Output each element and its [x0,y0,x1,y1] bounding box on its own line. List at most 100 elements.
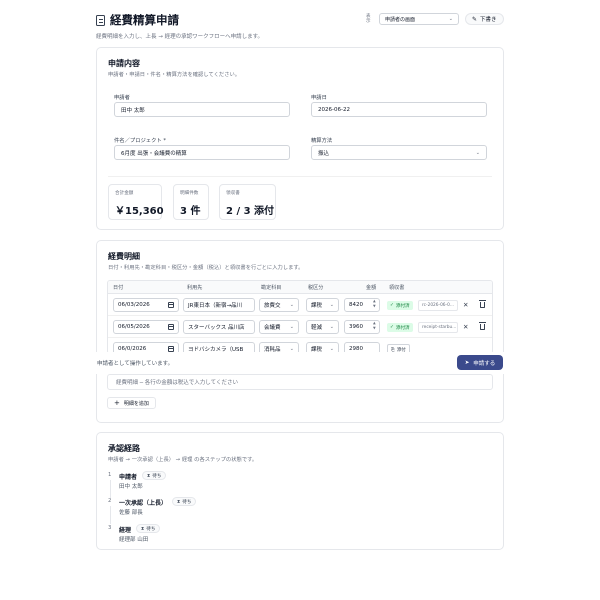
plus-icon: + [114,399,120,407]
stat-count: 明細件数 3 件 [173,184,209,220]
add-row-label: 明細を追加 [123,400,149,407]
subject-label: 件名／プロジェクト * [114,138,167,144]
step-person: 佐藤 部長 [119,510,143,516]
subject-field[interactable]: 6月度 出張・会議費の精算 [114,145,290,160]
receipt-status-text: 添付済 [395,325,410,331]
trash-icon[interactable] [479,300,486,308]
close-icon[interactable]: ✕ [463,301,468,309]
date-label: 申請日 [311,95,327,101]
step-status: 待ち [182,499,192,505]
request-card: 申請内容 申請者・申請日・件名・精算方法を確認してください。 申請者 田中 太郎… [96,47,504,230]
draft-label: 下書き [480,17,497,23]
chevron-down-icon: ⌄ [329,324,334,330]
date-value: 06/05/2026 [118,324,150,330]
method-select[interactable]: 振込 ⌄ [311,145,487,160]
col-tax: 税区分 [308,285,324,291]
trash-icon[interactable] [479,322,486,330]
stat-total-value: ￥15,360 [115,206,164,217]
applicant-label: 申請者 [114,95,130,101]
pencil-icon: ✎ [472,15,478,23]
details-title: 経費明細 [108,252,140,261]
submit-label: 申請する [473,360,496,367]
expense-table: 日付 利用先 勘定科目 税区分 金額 領収書 06/03/2026 JR東日本（… [107,280,493,354]
chevron-down-icon: ⌄ [289,324,294,330]
applicant-field[interactable]: 田中 太郎 [114,102,290,117]
date-field[interactable]: 2026-06-22 [311,102,487,117]
display-mode-value: 申請者の画面 [385,16,416,23]
add-row-button[interactable]: + 明細を追加 [107,397,156,409]
method-label: 精算方法 [311,138,333,144]
step-status-badge: ⧗ 待ち [142,471,167,480]
expense-form-page: 経費精算申請 経費明細を入力し、上長 → 経理の承認ワークフローへ申請します。 … [0,0,600,600]
draft-button[interactable]: ✎ 下書き [465,13,504,25]
date-value: 06/03/2026 [118,302,150,308]
step-name: 経理 [119,527,132,534]
details-subtitle: 日付・利用先・勘定科目・税区分・金額（税込）と領収書を行ごとに入力します。 [108,265,304,271]
chevron-down-icon: ⌄ [448,16,453,22]
tax-value: 課税 [311,303,323,309]
hourglass-icon: ⧗ [141,526,145,532]
submit-button[interactable]: ➤ 申請する [457,355,503,370]
amount-value: 3960 [349,324,363,330]
account-value: 会議費 [264,325,281,331]
display-mode-select[interactable]: 申請者の画面 ⌄ [379,13,459,25]
step-index: 3 [108,525,112,531]
amount-stepper[interactable]: ▲ ▼ [373,299,376,309]
step-connector [109,480,111,498]
payee-value: スターバックス 品川店 [188,325,245,331]
stat-receipts: 領収書 2 / 3 添付 [219,184,276,220]
details-note-input[interactable]: 経費明細 ─ 各行の金額は税込で入力してください [107,374,493,390]
col-payee: 利用先 [187,285,203,291]
request-subtitle: 申請者・申請日・件名・精算方法を確認してください。 [108,72,241,78]
stat-total: 合計金額 ￥15,360 [108,184,164,220]
account-select[interactable]: 旅費交 ⌄ [259,298,299,312]
date-input[interactable]: 06/05/2026 [113,320,179,334]
calendar-icon [168,302,174,308]
payee-input[interactable]: スターバックス 品川店 [183,320,255,334]
step-status-badge: ⧗ 待ち [172,497,197,506]
sticky-action-bar: 申請者として操作しています。 ➤ 申請する [0,352,600,374]
receipt-status-badge: ✓ 添付済 [387,323,413,332]
date-value: 2026-06-22 [318,106,350,113]
document-icon [96,14,105,26]
account-select[interactable]: 会議費 ⌄ [259,320,299,334]
step-name: 一次承認（上長） [119,500,168,507]
calendar-icon [168,324,174,330]
step-connector [109,506,111,524]
receipt-file[interactable]: rc-2026-06-0... [418,300,458,311]
check-icon: ✓ [390,303,394,308]
tax-select[interactable]: 軽減 ⌄ [306,320,339,334]
receipt-status-text: 添付済 [395,303,410,309]
send-icon: ➤ [464,359,470,366]
table-header: 日付 利用先 勘定科目 税区分 金額 領収書 [108,281,492,294]
close-icon[interactable]: ✕ [463,323,468,331]
divider [108,176,492,177]
tax-select[interactable]: 課税 ⌄ [306,298,339,312]
approval-title: 承認経路 [108,444,140,453]
hourglass-icon: ⧗ [147,473,151,479]
table-row: 06/05/2026 スターバックス 品川店 会議費 ⌄ 軽減 ⌄ 3960 ▲ [108,316,492,338]
details-card: 経費明細 日付・利用先・勘定科目・税区分・金額（税込）と領収書を行ごとに入力しま… [96,240,504,423]
check-icon: ✓ [390,325,394,330]
applicant-value: 田中 太郎 [121,107,145,114]
display-label: 表示 [366,14,371,24]
page-subtitle: 経費明細を入力し、上長 → 経理の承認ワークフローへ申請します。 [96,34,264,40]
date-input[interactable]: 06/03/2026 [113,298,179,312]
stat-total-label: 合計金額 [115,191,134,196]
method-value: 振込 [318,150,330,157]
step-person: 経理部 山田 [119,537,149,543]
payee-value: JR東日本（新宿→品川 [188,303,243,309]
col-receipt: 領収書 [389,285,405,291]
receipt-file[interactable]: receipt-starbu... [418,322,458,333]
amount-stepper[interactable]: ▲ ▼ [373,321,376,331]
chevron-down-icon: ⌄ [475,149,480,156]
chevron-down-icon: ⌄ [289,302,294,308]
step-index: 2 [108,498,112,504]
payee-input[interactable]: JR東日本（新宿→品川 [183,298,255,312]
display-mode: 表示 申請者の画面 ⌄ [366,13,459,25]
table-row: 06/03/2026 JR東日本（新宿→品川 旅費交 ⌄ 課税 ⌄ 8420 ▲ [108,294,492,316]
step-status-badge: ⧗ 待ち [136,524,161,533]
subject-value: 6月度 出張・会議費の精算 [121,150,187,157]
step-status: 待ち [146,526,156,532]
stat-count-label: 明細件数 [180,191,199,196]
